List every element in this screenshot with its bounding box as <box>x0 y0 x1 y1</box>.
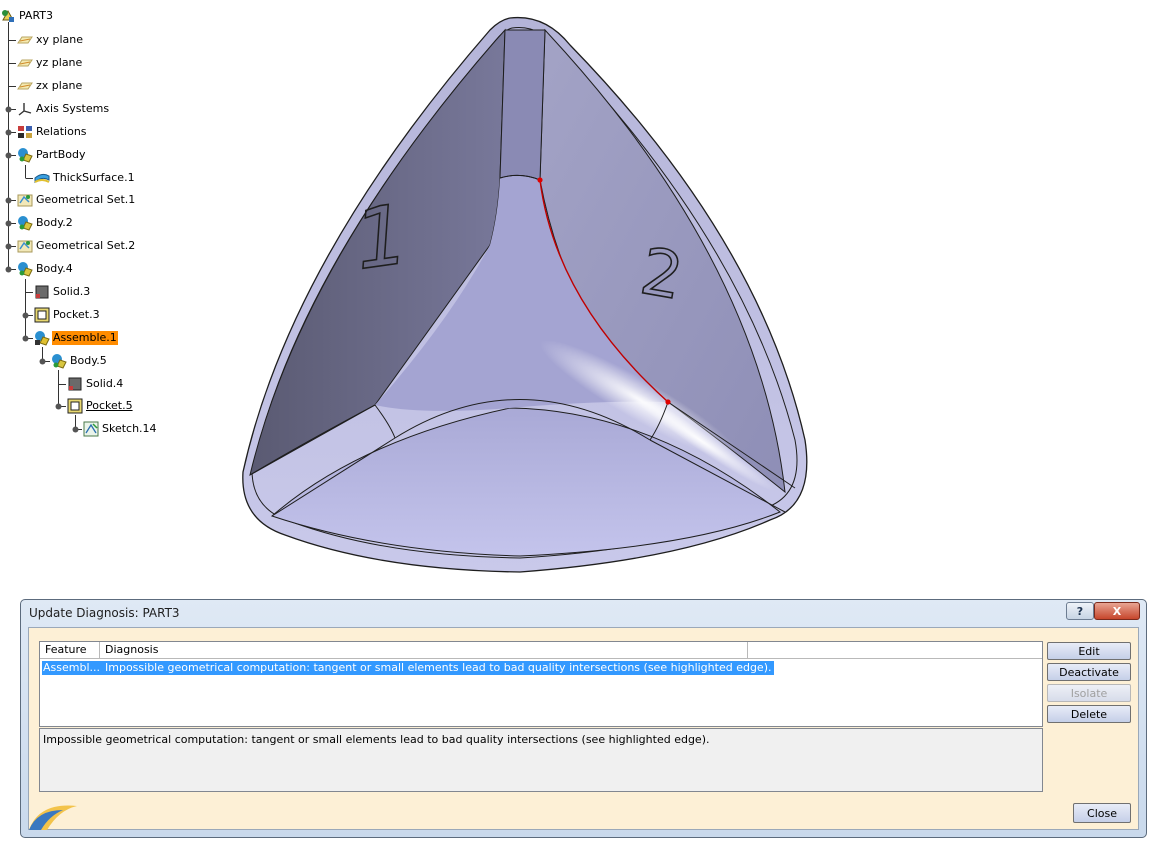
tree-node-label: xy plane <box>36 33 84 46</box>
dialog-logo-swoosh <box>29 805 77 830</box>
tree-node-sketch-14[interactable]: Sketch.14 <box>83 420 158 438</box>
column-header-feature[interactable]: Feature <box>40 642 100 659</box>
axis-system-icon <box>18 103 32 116</box>
dialog-titlebar[interactable]: Update Diagnosis: PART3 ? X <box>21 600 1146 626</box>
pocket-icon <box>67 398 83 414</box>
tree-node-xy-plane[interactable]: xy plane <box>17 31 84 49</box>
tree-node-relations[interactable]: Relations <box>17 123 88 141</box>
sketch-icon <box>83 421 99 437</box>
deactivate-button[interactable]: Deactivate <box>1047 663 1131 681</box>
cell-diagnosis: Impossible geometrical computation: tang… <box>100 661 774 675</box>
tree-node-label: zx plane <box>36 79 83 92</box>
body-icon <box>18 262 33 277</box>
diagnosis-detail-text: Impossible geometrical computation: tang… <box>39 728 1043 792</box>
tree-node-label: ThickSurface.1 <box>53 171 135 184</box>
solid-icon <box>68 377 82 391</box>
pocket-icon <box>34 307 50 323</box>
tree-node-geometrical-set-2[interactable]: Geometrical Set.2 <box>17 237 136 255</box>
tree-node-label: Body.4 <box>36 262 73 275</box>
tree-node-body-2[interactable]: Body.2 <box>17 214 74 232</box>
part-icon <box>2 9 14 22</box>
cell-feature: Assembl... <box>42 661 100 675</box>
table-row[interactable]: Assembl... Impossible geometrical comput… <box>42 661 774 675</box>
tree-node-partbody[interactable]: PartBody <box>17 146 86 164</box>
delete-button[interactable]: Delete <box>1047 705 1131 723</box>
tree-node-label: Solid.4 <box>86 377 124 390</box>
geometrical-set-icon <box>17 194 33 207</box>
body-icon <box>18 148 33 163</box>
tree-node-assemble-1[interactable]: Assemble.1 <box>34 329 118 347</box>
tree-node-zx-plane[interactable]: zx plane <box>17 77 83 95</box>
close-button[interactable]: Close <box>1073 803 1131 823</box>
tree-node-axis-systems[interactable]: Axis Systems <box>17 100 110 118</box>
tree-node-label: Pocket.5 <box>86 399 133 412</box>
help-button[interactable]: ? <box>1066 602 1094 620</box>
tree-node-label: Sketch.14 <box>102 422 157 435</box>
update-diagnosis-dialog: Update Diagnosis: PART3 ? X Feature Diag… <box>20 599 1147 838</box>
tree-node-label: Axis Systems <box>36 102 110 115</box>
tree-node-part3[interactable]: PART3 <box>0 7 54 25</box>
tree-node-body-5[interactable]: Body.5 <box>51 352 108 370</box>
specification-tree: PART3 xy plane yz plane zx plane Axis Sy… <box>0 0 220 450</box>
help-icon: ? <box>1076 604 1084 618</box>
plane-icon <box>17 82 33 90</box>
close-icon: X <box>1112 604 1122 618</box>
tree-node-label: Geometrical Set.2 <box>36 239 136 252</box>
thick-surface-icon <box>34 173 50 184</box>
assemble-icon <box>35 331 50 346</box>
dialog-title: Update Diagnosis: PART3 <box>29 606 180 620</box>
tree-node-solid-3[interactable]: Solid.3 <box>34 283 91 301</box>
edge-vertex-marker <box>537 177 543 183</box>
plane-icon <box>17 59 33 67</box>
window-close-button[interactable]: X <box>1094 602 1140 620</box>
geometry-viewport[interactable]: 1 2 <box>230 0 830 590</box>
tree-node-yz-plane[interactable]: yz plane <box>17 54 83 72</box>
diagnosis-table[interactable]: Feature Diagnosis Assembl... Impossible … <box>39 641 1043 727</box>
tree-node-pocket-3[interactable]: Pocket.3 <box>34 306 101 324</box>
solid-icon <box>35 285 49 299</box>
shell-model: 1 2 <box>242 16 808 573</box>
edge-vertex-marker <box>665 399 671 405</box>
tree-node-label: PART3 <box>19 9 54 22</box>
tree-node-solid-4[interactable]: Solid.4 <box>67 375 124 393</box>
body-icon <box>52 354 67 369</box>
tree-node-label: Assemble.1 <box>52 331 118 345</box>
edit-button[interactable]: Edit <box>1047 642 1131 660</box>
column-header-diagnosis[interactable]: Diagnosis <box>100 642 748 659</box>
relations-icon <box>18 126 32 138</box>
tree-node-body-4[interactable]: Body.4 <box>17 260 74 278</box>
geometrical-set-icon <box>17 240 33 253</box>
dialog-client-area: Feature Diagnosis Assembl... Impossible … <box>28 627 1139 830</box>
column-header-empty <box>748 642 1042 659</box>
tree-node-pocket-5[interactable]: Pocket.5 <box>67 397 134 415</box>
tree-node-label: Geometrical Set.1 <box>36 193 136 206</box>
tree-node-label: Body.5 <box>70 354 107 367</box>
tree-node-label: Relations <box>36 125 87 138</box>
tree-node-geometrical-set-1[interactable]: Geometrical Set.1 <box>17 191 136 209</box>
tree-node-label: Pocket.3 <box>53 308 100 321</box>
tree-node-label: Body.2 <box>36 216 73 229</box>
tree-node-label: Solid.3 <box>53 285 91 298</box>
body-icon <box>18 216 33 231</box>
tree-node-thicksurface-1[interactable]: ThickSurface.1 <box>34 169 136 187</box>
isolate-button[interactable]: Isolate <box>1047 684 1131 702</box>
face-label-1: 1 <box>351 185 409 290</box>
tree-node-label: yz plane <box>36 56 83 69</box>
plane-icon <box>17 36 33 44</box>
tree-node-label: PartBody <box>36 148 86 161</box>
